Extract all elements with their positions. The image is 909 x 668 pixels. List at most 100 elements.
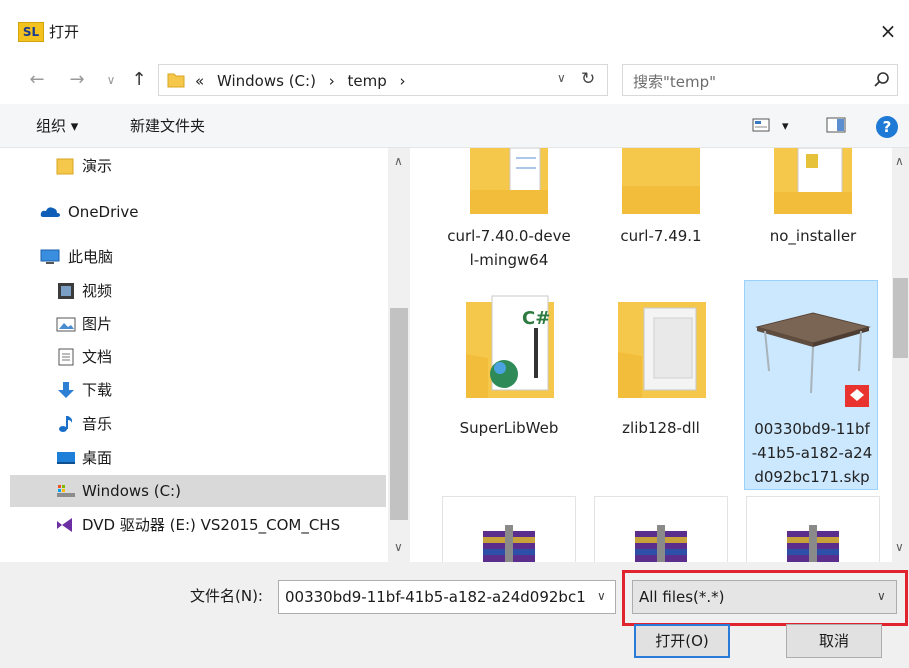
sidebar-item-label: DVD 驱动器 (E:) VS2015_COM_CHS	[82, 516, 341, 534]
folder-icon: C#	[466, 295, 554, 398]
navigation-bar: ← → ∨ ↑ « Windows (C:) › temp › ∨ ↻ 搜索"t…	[0, 56, 909, 104]
sidebar-item-dvd-drive[interactable]: DVD 驱动器 (E:) VS2015_COM_CHS	[10, 509, 386, 541]
back-button[interactable]: ←	[26, 69, 48, 91]
view-dropdown-icon[interactable]: ▾	[782, 117, 789, 137]
video-icon	[58, 283, 74, 299]
breadcrumb-item-temp[interactable]: temp	[348, 72, 387, 90]
folder-icon	[774, 148, 852, 214]
dvd-icon	[57, 518, 72, 532]
svg-text:C#: C#	[522, 308, 550, 329]
file-list-scrollbar[interactable]: ∧ ∨	[892, 148, 909, 562]
filename-label: 文件名(N):	[190, 587, 263, 605]
file-name: curl-7.40.0-deve	[447, 227, 571, 245]
scrollbar-thumb[interactable]	[390, 308, 408, 520]
drive-icon	[57, 485, 75, 497]
sidebar-item-label: 下载	[82, 381, 113, 399]
file-name: SuperLibWeb	[459, 419, 559, 437]
breadcrumb-overflow[interactable]: «	[195, 72, 204, 90]
sidebar-item-documents[interactable]: 文档	[10, 341, 386, 373]
file-item[interactable]	[442, 496, 576, 562]
file-name: -41b5-a182-a24	[751, 444, 873, 462]
file-item[interactable]: C# SuperLibWeb	[442, 288, 576, 484]
file-name: curl-7.49.1	[620, 227, 702, 245]
breadcrumb-separator[interactable]: ›	[400, 72, 406, 90]
file-item[interactable]: curl-7.49.1	[594, 148, 728, 274]
sidebar-item-label: 演示	[82, 157, 113, 175]
close-button[interactable]: ×	[872, 16, 904, 48]
help-icon[interactable]: ?	[876, 116, 898, 138]
chevron-down-icon[interactable]: ∨	[597, 589, 606, 603]
open-button[interactable]: 打开(O)	[634, 624, 730, 658]
file-name: d092bc171.skp	[754, 468, 870, 486]
archive-icon	[787, 525, 839, 562]
file-name: 00330bd9-11bf	[754, 420, 870, 438]
sidebar-item-music[interactable]: 音乐	[10, 408, 386, 440]
breadcrumb-item-drive[interactable]: Windows (C:)	[217, 72, 316, 90]
file-item[interactable]	[746, 496, 880, 562]
title-bar: SL 打开 ×	[0, 0, 909, 56]
preview-pane-icon[interactable]	[826, 117, 846, 133]
scroll-up-icon[interactable]: ∧	[394, 154, 403, 168]
address-bar[interactable]: « Windows (C:) › temp › ∨ ↻	[158, 64, 608, 96]
forward-button[interactable]: →	[66, 69, 88, 91]
breadcrumb-separator[interactable]: ›	[329, 72, 335, 90]
sidebar-item-downloads[interactable]: 下载	[10, 374, 386, 406]
dialog-footer: 文件名(N): 00330bd9-11bf-41b5-a182-a24d092b…	[0, 562, 909, 668]
refresh-icon[interactable]: ↻	[581, 69, 595, 89]
sidebar-item-label: 此电脑	[68, 248, 114, 266]
file-item[interactable]: zlib128-dll	[594, 288, 728, 484]
filename-input[interactable]: 00330bd9-11bf-41b5-a182-a24d092bc171.skp…	[278, 580, 616, 614]
sidebar-item-this-pc[interactable]: 此电脑	[10, 241, 386, 273]
file-item[interactable]: curl-7.40.0-deve l-mingw64	[442, 148, 576, 274]
music-icon	[59, 416, 73, 432]
sidebar-item-desktop[interactable]: 桌面	[10, 442, 386, 474]
file-list-pane[interactable]: curl-7.40.0-deve l-mingw64 curl-7.49.1 n…	[414, 148, 909, 562]
scroll-down-icon[interactable]: ∨	[394, 540, 403, 554]
navigation-pane-scrollbar[interactable]: ∧ ∨	[388, 148, 410, 562]
view-mode-icon[interactable]	[752, 117, 770, 133]
archive-icon	[483, 525, 535, 562]
new-folder-button[interactable]: 新建文件夹	[130, 116, 205, 136]
folder-icon	[167, 73, 185, 88]
desktop-icon	[57, 452, 75, 464]
folder-icon	[622, 148, 700, 214]
file-name: l-mingw64	[469, 251, 549, 269]
recent-locations-button[interactable]: ∨	[100, 69, 122, 91]
file-item[interactable]	[594, 496, 728, 562]
filename-value: 00330bd9-11bf-41b5-a182-a24d092bc171.skp	[285, 588, 585, 606]
archive-icon	[635, 525, 687, 562]
onedrive-icon	[40, 207, 60, 217]
scroll-down-icon[interactable]: ∨	[895, 540, 904, 554]
folder-icon	[618, 302, 706, 398]
sketchup-file-icon	[755, 312, 871, 407]
scroll-up-icon[interactable]: ∧	[895, 154, 904, 168]
file-name: no_installer	[769, 227, 857, 245]
breadcrumb: « Windows (C:) › temp ›	[195, 71, 414, 91]
sidebar-item-label: 音乐	[82, 415, 113, 433]
cancel-button[interactable]: 取消	[786, 624, 882, 658]
search-icon[interactable]	[873, 71, 891, 89]
sidebar-item-label: 视频	[82, 282, 113, 300]
app-logo-icon: SL	[18, 22, 44, 42]
sidebar-item-videos[interactable]: 视频	[10, 275, 386, 307]
address-dropdown-icon[interactable]: ∨	[557, 71, 566, 85]
scrollbar-thumb[interactable]	[893, 278, 908, 358]
file-name: zlib128-dll	[622, 419, 700, 437]
search-placeholder: 搜索"temp"	[633, 73, 717, 91]
up-button[interactable]: ↑	[128, 69, 150, 91]
sidebar-item-label: OneDrive	[68, 203, 139, 221]
computer-icon	[40, 249, 60, 264]
organize-button[interactable]: 组织 ▾	[36, 116, 78, 136]
sidebar-item-windows-c[interactable]: Windows (C:)	[10, 475, 386, 507]
search-input[interactable]: 搜索"temp"	[622, 64, 898, 96]
window-title: 打开	[49, 23, 80, 41]
sidebar-item-demo[interactable]: 演示	[10, 150, 386, 182]
folder-icon	[56, 158, 74, 175]
sidebar-item-pictures[interactable]: 图片	[10, 308, 386, 340]
navigation-pane[interactable]: 演示 OneDrive 此电脑 视频 图片 文档 下载 音乐 桌面 Window…	[0, 148, 412, 562]
documents-icon	[58, 348, 74, 366]
file-item-selected[interactable]: 00330bd9-11bf -41b5-a182-a24 d092bc171.s…	[744, 280, 878, 490]
pictures-icon	[56, 317, 76, 332]
sidebar-item-onedrive[interactable]: OneDrive	[10, 196, 386, 228]
file-item[interactable]: no_installer	[746, 148, 880, 274]
